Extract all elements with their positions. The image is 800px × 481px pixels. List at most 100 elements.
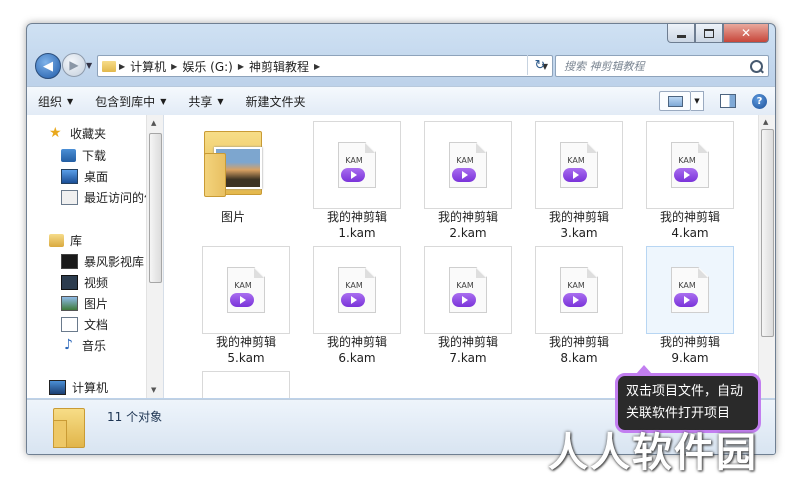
caption-buttons: ✕ bbox=[667, 24, 769, 43]
file-name: 我的神剪辑 6.kam bbox=[326, 335, 387, 365]
forward-arrow-icon: ▶ bbox=[69, 58, 79, 72]
minimize-icon bbox=[676, 34, 686, 38]
folder-name: 图片 bbox=[220, 210, 245, 224]
maximize-button[interactable] bbox=[695, 24, 723, 43]
refresh-button[interactable]: ↻ bbox=[527, 55, 552, 75]
file-name: 我的神剪辑 2.kam bbox=[437, 210, 498, 240]
file-item[interactable]: KAM 我的神剪辑 7.kam bbox=[419, 246, 517, 370]
sidebar-item-computer[interactable]: 计算机 bbox=[49, 379, 108, 396]
sidebar-item-label: 文档 bbox=[84, 318, 109, 332]
kam-file-icon: KAM bbox=[338, 267, 376, 313]
sidebar-item-music[interactable]: ♪ 音乐 bbox=[61, 337, 106, 354]
file-item[interactable]: KAM 我的神剪辑 2.kam bbox=[419, 121, 517, 245]
breadcrumb-computer[interactable]: 计算机 bbox=[125, 58, 171, 75]
sidebar-item-label: 图片 bbox=[84, 297, 109, 311]
sidebar-item-label: 计算机 bbox=[72, 381, 109, 395]
file-item[interactable]: KAM 我的神剪辑 8.kam bbox=[530, 246, 628, 370]
preview-pane-button[interactable] bbox=[720, 94, 736, 108]
file-ext-label: KAM bbox=[678, 156, 696, 165]
kam-file-icon: KAM bbox=[338, 142, 376, 188]
video-icon bbox=[61, 275, 78, 290]
movie-library-icon bbox=[61, 254, 78, 269]
forward-button[interactable]: ▶ bbox=[62, 53, 86, 77]
search-placeholder: 搜索 神剪辑教程 bbox=[564, 60, 645, 73]
minimize-button[interactable] bbox=[667, 24, 695, 43]
sidebar-item-label: 桌面 bbox=[84, 170, 109, 184]
share-button[interactable]: 共享 ▼ bbox=[177, 93, 234, 110]
sidebar-item-videos[interactable]: 视频 bbox=[61, 274, 108, 291]
file-ext-label: KAM bbox=[345, 281, 363, 290]
sidebar-item-label: 库 bbox=[70, 234, 83, 248]
change-view-button[interactable] bbox=[659, 91, 691, 111]
breadcrumb-drive[interactable]: 娱乐 (G:) bbox=[177, 58, 238, 75]
file-name: 我的神剪辑 8.kam bbox=[548, 335, 609, 365]
file-name: 我的神剪辑 5.kam bbox=[215, 335, 276, 365]
sidebar-item-label: 暴风影视库 bbox=[84, 255, 145, 269]
search-input[interactable]: 搜索 神剪辑教程 bbox=[555, 55, 769, 77]
object-count: 11 个对象 bbox=[107, 410, 163, 424]
breadcrumb-folder[interactable]: 神剪辑教程 bbox=[244, 58, 314, 75]
sidebar-item-storm-library[interactable]: 暴风影视库 bbox=[61, 253, 144, 270]
navigation-bar: ◀ ▶ ▼ ▶ 计算机 ▶ 娱乐 (G:) ▶ 神剪辑教程 ▶ ▼ ↻ 搜索 神… bbox=[27, 52, 775, 82]
help-button[interactable]: ? bbox=[752, 93, 767, 109]
sidebar-item-desktop[interactable]: 桌面 bbox=[61, 168, 108, 185]
scroll-up-icon[interactable]: ▲ bbox=[151, 119, 156, 127]
file-item[interactable]: KAM 我的神剪辑 5.kam bbox=[197, 246, 295, 370]
scrollbar-thumb[interactable] bbox=[149, 133, 162, 283]
desktop-icon bbox=[61, 169, 78, 184]
close-icon: ✕ bbox=[740, 26, 752, 40]
documents-icon bbox=[61, 317, 78, 332]
sidebar-item-favorites[interactable]: ★ 收藏夹 bbox=[49, 125, 106, 142]
picture-folder-icon bbox=[204, 127, 262, 197]
file-name: 我的神剪辑 7.kam bbox=[437, 335, 498, 365]
recent-pages-dropdown[interactable]: ▼ bbox=[86, 61, 92, 70]
help-icon: ? bbox=[756, 95, 763, 107]
scroll-down-icon[interactable]: ▼ bbox=[151, 386, 156, 394]
folder-icon bbox=[102, 60, 116, 72]
file-item[interactable]: KAM 我的神剪辑 1.kam bbox=[308, 121, 406, 245]
sidebar-item-downloads[interactable]: 下载 bbox=[61, 147, 106, 164]
computer-icon bbox=[49, 380, 66, 395]
file-name: 我的神剪辑 1.kam bbox=[326, 210, 387, 240]
file-ext-label: KAM bbox=[345, 156, 363, 165]
file-ext-label: KAM bbox=[456, 156, 474, 165]
file-ext-label: KAM bbox=[567, 281, 585, 290]
folder-item-pictures[interactable]: 图片 bbox=[184, 121, 282, 245]
view-options-dropdown[interactable]: ▼ bbox=[691, 91, 704, 111]
include-in-library-button[interactable]: 包含到库中 ▼ bbox=[84, 93, 177, 110]
refresh-icon: ↻ bbox=[534, 57, 546, 73]
chevron-down-icon: ▼ bbox=[160, 96, 167, 106]
scrollbar-thumb[interactable] bbox=[761, 129, 774, 337]
back-button[interactable]: ◀ bbox=[35, 53, 61, 79]
new-folder-button[interactable]: 新建文件夹 bbox=[235, 93, 317, 110]
sidebar-item-documents[interactable]: 文档 bbox=[61, 316, 108, 333]
include-in-library-label: 包含到库中 bbox=[95, 94, 156, 109]
kam-file-icon: KAM bbox=[227, 267, 265, 313]
view-controls: ▼ ? bbox=[659, 91, 767, 111]
address-bar[interactable]: ▶ 计算机 ▶ 娱乐 (G:) ▶ 神剪辑教程 ▶ ▼ bbox=[97, 55, 553, 77]
chevron-right-icon[interactable]: ▶ bbox=[314, 62, 320, 71]
navigation-scrollbar[interactable]: ▲ ▼ bbox=[146, 115, 163, 398]
sidebar-item-libraries[interactable]: 库 bbox=[49, 232, 82, 249]
content-scrollbar[interactable]: ▲ bbox=[758, 115, 775, 398]
star-icon: ★ bbox=[49, 125, 62, 141]
organize-label: 组织 bbox=[38, 94, 63, 109]
maximize-icon bbox=[704, 28, 714, 38]
music-icon: ♪ bbox=[64, 337, 73, 353]
downloads-icon bbox=[61, 149, 76, 162]
file-item[interactable]: KAM 我的神剪辑 4.kam bbox=[641, 121, 739, 245]
kam-file-icon: KAM bbox=[671, 142, 709, 188]
file-item-selected[interactable]: KAM 我的神剪辑 9.kam bbox=[641, 246, 739, 370]
scroll-up-icon[interactable]: ▲ bbox=[763, 118, 768, 126]
file-item-partial[interactable] bbox=[197, 371, 295, 398]
organize-button[interactable]: 组织 ▼ bbox=[27, 93, 84, 110]
file-item[interactable]: KAM 我的神剪辑 6.kam bbox=[308, 246, 406, 370]
sidebar-item-label: 收藏夹 bbox=[70, 127, 107, 141]
file-ext-label: KAM bbox=[678, 281, 696, 290]
file-item[interactable]: KAM 我的神剪辑 3.kam bbox=[530, 121, 628, 245]
search-icon[interactable] bbox=[750, 59, 763, 73]
sidebar-item-pictures[interactable]: 图片 bbox=[61, 295, 108, 312]
file-thumbnail bbox=[202, 371, 290, 398]
close-button[interactable]: ✕ bbox=[723, 24, 769, 43]
folder-icon bbox=[53, 406, 85, 448]
